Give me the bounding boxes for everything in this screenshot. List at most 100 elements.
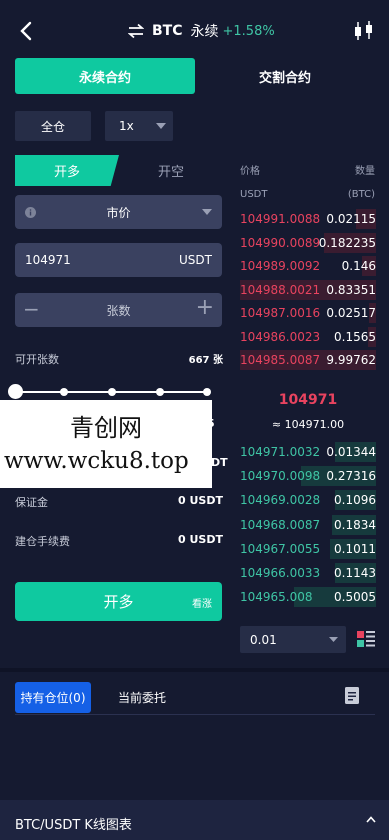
- bid-row[interactable]: 104967.0055 0.1011: [240, 538, 376, 559]
- bid-qty: 0.1834: [334, 517, 376, 532]
- depth-select[interactable]: 0.01: [240, 626, 346, 653]
- chevron-down-icon: [329, 637, 338, 642]
- ask-row[interactable]: 104986.0023 0.1565: [240, 326, 376, 347]
- tab-open-long[interactable]: 开多: [15, 155, 119, 186]
- slider-step[interactable]: [156, 388, 164, 396]
- bid-price: 104966.0033: [240, 566, 321, 580]
- tab-open-short[interactable]: 开空: [120, 155, 222, 186]
- kline-chart-bar[interactable]: BTC/USDT K线图表: [0, 800, 389, 840]
- ask-price: 104987.0016: [240, 306, 321, 320]
- slider-handle[interactable]: [8, 384, 23, 399]
- hidden-unit-fragment: DT: [211, 456, 228, 469]
- slider-step[interactable]: [108, 388, 116, 396]
- bid-qty: 0.27316: [326, 469, 376, 484]
- section-divider: [0, 668, 389, 672]
- plus-button[interactable]: +: [196, 295, 214, 320]
- bid-price: 104969.0028: [240, 493, 321, 508]
- chevron-up-icon: [366, 816, 376, 823]
- leverage-select[interactable]: 1x: [105, 111, 173, 141]
- ask-qty: 0.146: [341, 259, 376, 273]
- bid-qty: 0.1011: [334, 541, 376, 556]
- price-field[interactable]: 104971 USDT: [15, 243, 222, 277]
- ask-price: 104989.0092: [240, 259, 321, 273]
- slider-step[interactable]: [60, 388, 68, 396]
- bid-row[interactable]: 104970.0098 0.27316: [240, 466, 376, 487]
- chevron-down-icon: [156, 123, 166, 129]
- ask-price: 104988.0021: [240, 282, 321, 297]
- ask-price: 104986.0023: [240, 329, 321, 344]
- tab-underline: [15, 714, 375, 715]
- orderbook-unit-price: USDT: [240, 189, 268, 200]
- minus-button[interactable]: −: [23, 297, 40, 321]
- depth-value: 0.01: [250, 632, 277, 647]
- symbol-selector[interactable]: BTC 永续 +1.58%: [128, 19, 275, 43]
- ask-row[interactable]: 104990.0089 0.182235: [240, 232, 376, 253]
- margin-mode-button[interactable]: 全仓: [15, 111, 91, 141]
- available-label: 可开张数: [15, 353, 59, 366]
- ask-qty: 0.1565: [334, 329, 376, 344]
- document-icon[interactable]: [345, 687, 359, 704]
- ask-price: 104991.0088: [240, 212, 321, 226]
- bid-qty: 0.01344: [326, 445, 376, 459]
- candlestick-icon[interactable]: [353, 20, 375, 42]
- bid-qty: 0.1096: [334, 493, 376, 508]
- quantity-placeholder: 张数: [106, 303, 131, 318]
- ask-qty: 0.02517: [326, 306, 376, 320]
- price-change: +1.58%: [222, 23, 275, 39]
- kline-chart-label: BTC/USDT K线图表: [15, 818, 132, 833]
- ask-price: 104985.0087: [240, 353, 321, 367]
- bid-price: 104965.008: [240, 590, 313, 605]
- fee-label: 建仓手续费: [15, 535, 70, 548]
- ask-qty: 0.02115: [326, 212, 376, 226]
- bid-qty: 0.5005: [334, 590, 376, 605]
- ask-qty: 0.182235: [318, 235, 376, 250]
- margin-value: 0 USDT: [178, 494, 223, 507]
- watermark-title: 青创网: [70, 414, 142, 442]
- watermark-overlay: 青创网 www.wcku8.top: [0, 400, 212, 488]
- bid-row[interactable]: 104971.0032 0.01344: [240, 442, 376, 462]
- bid-row[interactable]: 104966.0033 0.1143: [240, 563, 376, 583]
- tab-positions[interactable]: 持有仓位(0): [15, 682, 91, 713]
- bid-price: 104968.0087: [240, 517, 321, 532]
- symbol-name: BTC: [152, 23, 183, 39]
- available-value: 667 张: [188, 355, 223, 366]
- price-value: 104971: [25, 253, 71, 267]
- bid-row[interactable]: 104969.0028 0.1096: [240, 490, 376, 511]
- tab-current-orders[interactable]: 当前委托: [118, 682, 166, 713]
- tab-perpetual-contract[interactable]: 永续合约: [15, 58, 195, 94]
- bid-row[interactable]: 104965.008 0.5005: [240, 587, 376, 608]
- info-icon: [25, 207, 36, 218]
- bid-price: 104971.0032: [240, 445, 321, 459]
- back-arrow-icon[interactable]: [16, 18, 38, 44]
- ask-row[interactable]: 104987.0016 0.02517: [240, 303, 376, 323]
- ask-qty: 9.99762: [326, 353, 376, 367]
- chevron-down-icon: [202, 209, 212, 215]
- last-price: 104971: [278, 392, 338, 408]
- margin-label: 保证金: [15, 496, 48, 509]
- order-type-value: 市价: [106, 205, 131, 220]
- open-long-label: 开多: [103, 593, 134, 611]
- ask-row[interactable]: 104991.0088 0.02115: [240, 209, 376, 229]
- slider-step[interactable]: [203, 388, 211, 396]
- order-type-select[interactable]: 市价: [15, 195, 222, 229]
- ask-qty: 0.83351: [326, 282, 376, 297]
- ask-row[interactable]: 104989.0092 0.146: [240, 256, 376, 276]
- bid-price: 104970.0098: [240, 469, 321, 484]
- tab-delivery-contract[interactable]: 交割合约: [195, 58, 375, 94]
- bid-row[interactable]: 104968.0087 0.1834: [240, 514, 376, 535]
- open-long-button[interactable]: 开多 看涨: [15, 582, 222, 621]
- hidden-value-fragment: 5: [207, 417, 215, 430]
- orderbook-col-price: 价格: [240, 166, 260, 177]
- contract-kind: 永续: [190, 24, 219, 40]
- header: BTC 永续 +1.58%: [0, 0, 389, 60]
- orderbook-col-qty: 数量: [355, 166, 375, 177]
- ask-row[interactable]: 104988.0021 0.83351: [240, 279, 376, 300]
- quantity-stepper[interactable]: − 张数 +: [15, 293, 222, 327]
- orderbook-unit-qty: (BTC): [347, 189, 375, 200]
- swap-icon: [128, 23, 144, 39]
- watermark-url: www.wcku8.top: [4, 448, 189, 474]
- ask-price: 104990.0089: [240, 235, 321, 250]
- ask-row[interactable]: 104985.0087 9.99762: [240, 350, 376, 370]
- price-unit: USDT: [179, 253, 212, 267]
- orderbook-layout-icon[interactable]: [357, 631, 375, 647]
